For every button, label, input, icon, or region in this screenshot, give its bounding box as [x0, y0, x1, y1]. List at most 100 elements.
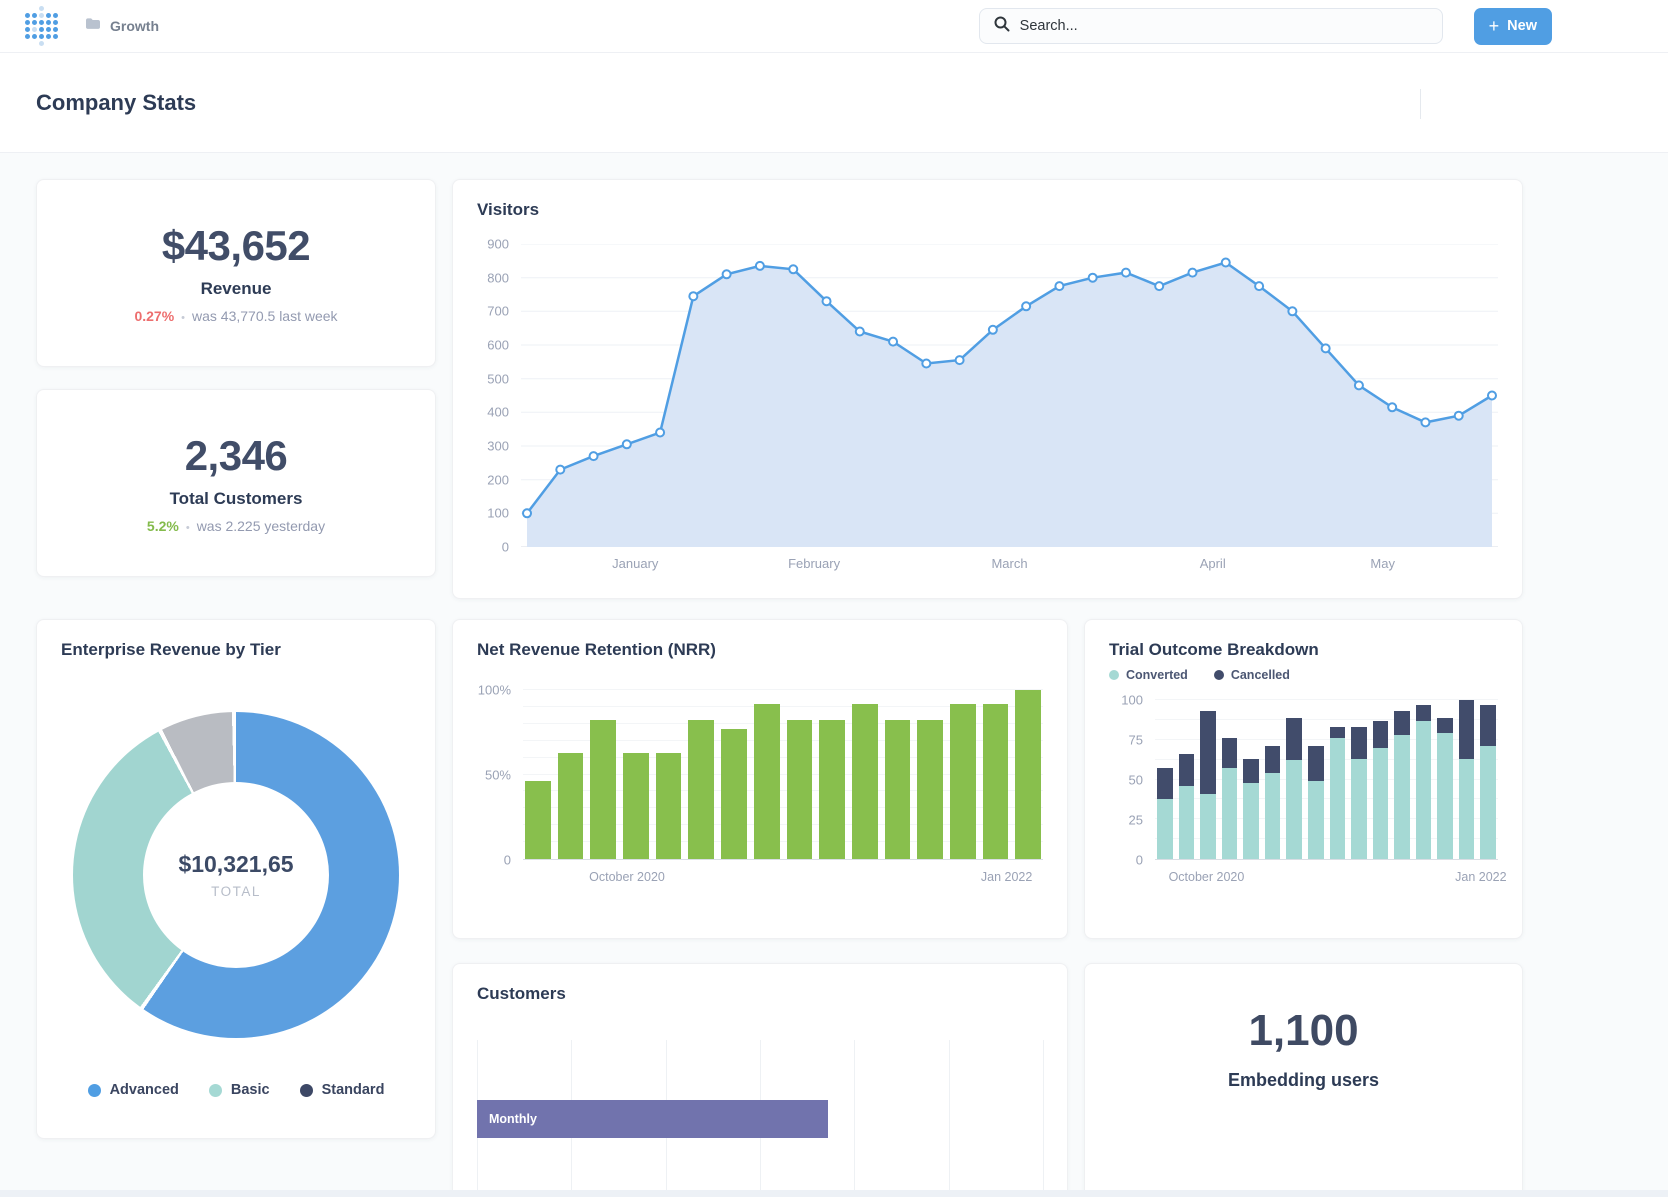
data-point[interactable]	[1322, 344, 1330, 352]
converted-segment[interactable]	[1265, 773, 1281, 859]
nrr-title[interactable]: Net Revenue Retention (NRR)	[477, 640, 1043, 660]
trial-outcome-title[interactable]: Trial Outcome Breakdown	[1109, 640, 1498, 660]
nrr-bar[interactable]	[754, 704, 780, 859]
converted-segment[interactable]	[1416, 721, 1432, 859]
legend-item[interactable]: Advanced	[88, 1082, 179, 1098]
converted-segment[interactable]	[1200, 794, 1216, 859]
data-point[interactable]	[1488, 392, 1496, 400]
data-point[interactable]	[1421, 418, 1429, 426]
bar-monthly[interactable]: Monthly	[477, 1100, 828, 1138]
nrr-bar[interactable]	[721, 729, 747, 859]
cancelled-segment[interactable]	[1243, 759, 1259, 783]
converted-segment[interactable]	[1157, 799, 1173, 859]
stacked-bar[interactable]	[1480, 700, 1496, 859]
data-point[interactable]	[1355, 381, 1363, 389]
stacked-bar[interactable]	[1222, 700, 1238, 859]
nrr-bar[interactable]	[852, 704, 878, 859]
converted-segment[interactable]	[1243, 783, 1259, 859]
breadcrumb[interactable]: Growth	[85, 17, 159, 35]
cancelled-segment[interactable]	[1222, 738, 1238, 768]
data-point[interactable]	[623, 440, 631, 448]
search-bar[interactable]	[979, 8, 1443, 44]
cancelled-segment[interactable]	[1416, 705, 1432, 721]
cancelled-segment[interactable]	[1394, 711, 1410, 735]
stacked-bar[interactable]	[1330, 700, 1346, 859]
nrr-bar[interactable]	[787, 720, 813, 859]
data-point[interactable]	[789, 265, 797, 273]
data-point[interactable]	[523, 509, 531, 517]
cancelled-segment[interactable]	[1351, 727, 1367, 759]
data-point[interactable]	[889, 338, 897, 346]
customers-title[interactable]: Customers	[477, 984, 1043, 1004]
converted-segment[interactable]	[1179, 786, 1195, 859]
stacked-bar[interactable]	[1308, 700, 1324, 859]
converted-segment[interactable]	[1437, 733, 1453, 859]
nrr-bar[interactable]	[950, 704, 976, 859]
converted-segment[interactable]	[1351, 759, 1367, 859]
data-point[interactable]	[1455, 412, 1463, 420]
converted-segment[interactable]	[1308, 781, 1324, 859]
converted-segment[interactable]	[1330, 738, 1346, 859]
data-point[interactable]	[1188, 269, 1196, 277]
stacked-bar[interactable]	[1459, 700, 1475, 859]
nrr-bar[interactable]	[558, 753, 584, 859]
nrr-bar[interactable]	[590, 720, 616, 859]
data-point[interactable]	[556, 466, 564, 474]
data-point[interactable]	[1122, 269, 1130, 277]
stacked-bar[interactable]	[1416, 700, 1432, 859]
cancelled-segment[interactable]	[1437, 718, 1453, 734]
cancelled-segment[interactable]	[1265, 746, 1281, 773]
stacked-bar[interactable]	[1373, 700, 1389, 859]
data-point[interactable]	[823, 297, 831, 305]
cancelled-segment[interactable]	[1373, 721, 1389, 748]
nrr-bar[interactable]	[656, 753, 682, 859]
cancelled-segment[interactable]	[1179, 754, 1195, 786]
stacked-bar[interactable]	[1286, 700, 1302, 859]
data-point[interactable]	[922, 360, 930, 368]
stacked-bar[interactable]	[1394, 700, 1410, 859]
data-point[interactable]	[723, 270, 731, 278]
data-point[interactable]	[1055, 282, 1063, 290]
converted-segment[interactable]	[1480, 746, 1496, 859]
enterprise-revenue-title[interactable]: Enterprise Revenue by Tier	[61, 640, 411, 660]
converted-segment[interactable]	[1222, 768, 1238, 859]
nrr-bar[interactable]	[623, 753, 649, 859]
search-input[interactable]	[1020, 18, 1428, 34]
data-point[interactable]	[1288, 307, 1296, 315]
data-point[interactable]	[1089, 274, 1097, 282]
data-point[interactable]	[1222, 259, 1230, 267]
data-point[interactable]	[1255, 282, 1263, 290]
nrr-bar[interactable]	[819, 720, 845, 859]
stacked-bar[interactable]	[1265, 700, 1281, 859]
nrr-bar[interactable]	[983, 704, 1009, 859]
legend-item[interactable]: Cancelled	[1214, 668, 1290, 682]
breadcrumb-label[interactable]: Growth	[110, 18, 159, 34]
legend-item[interactable]: Standard	[300, 1082, 385, 1098]
data-point[interactable]	[956, 356, 964, 364]
legend-item[interactable]: Basic	[209, 1082, 270, 1098]
nrr-bar[interactable]	[1015, 690, 1041, 859]
visitors-title[interactable]: Visitors	[477, 200, 1498, 220]
stacked-bar[interactable]	[1351, 700, 1367, 859]
cancelled-segment[interactable]	[1308, 746, 1324, 781]
cancelled-segment[interactable]	[1200, 711, 1216, 794]
converted-segment[interactable]	[1394, 735, 1410, 859]
cancelled-segment[interactable]	[1330, 727, 1346, 738]
embedding-users-value[interactable]: 1,100	[1228, 1006, 1379, 1056]
data-point[interactable]	[756, 262, 764, 270]
donut-chart[interactable]: $10,321,65TOTAL	[73, 712, 399, 1038]
nrr-bar[interactable]	[688, 720, 714, 859]
line-area-plot[interactable]	[521, 244, 1498, 547]
nrr-bar[interactable]	[917, 720, 943, 859]
stacked-bar[interactable]	[1200, 700, 1216, 859]
data-point[interactable]	[656, 429, 664, 437]
data-point[interactable]	[1022, 302, 1030, 310]
converted-segment[interactable]	[1373, 748, 1389, 859]
data-point[interactable]	[590, 452, 598, 460]
data-point[interactable]	[689, 292, 697, 300]
legend-item[interactable]: Converted	[1109, 668, 1188, 682]
stacked-bar[interactable]	[1243, 700, 1259, 859]
cancelled-segment[interactable]	[1480, 705, 1496, 746]
stacked-bar[interactable]	[1179, 700, 1195, 859]
data-point[interactable]	[1388, 403, 1396, 411]
